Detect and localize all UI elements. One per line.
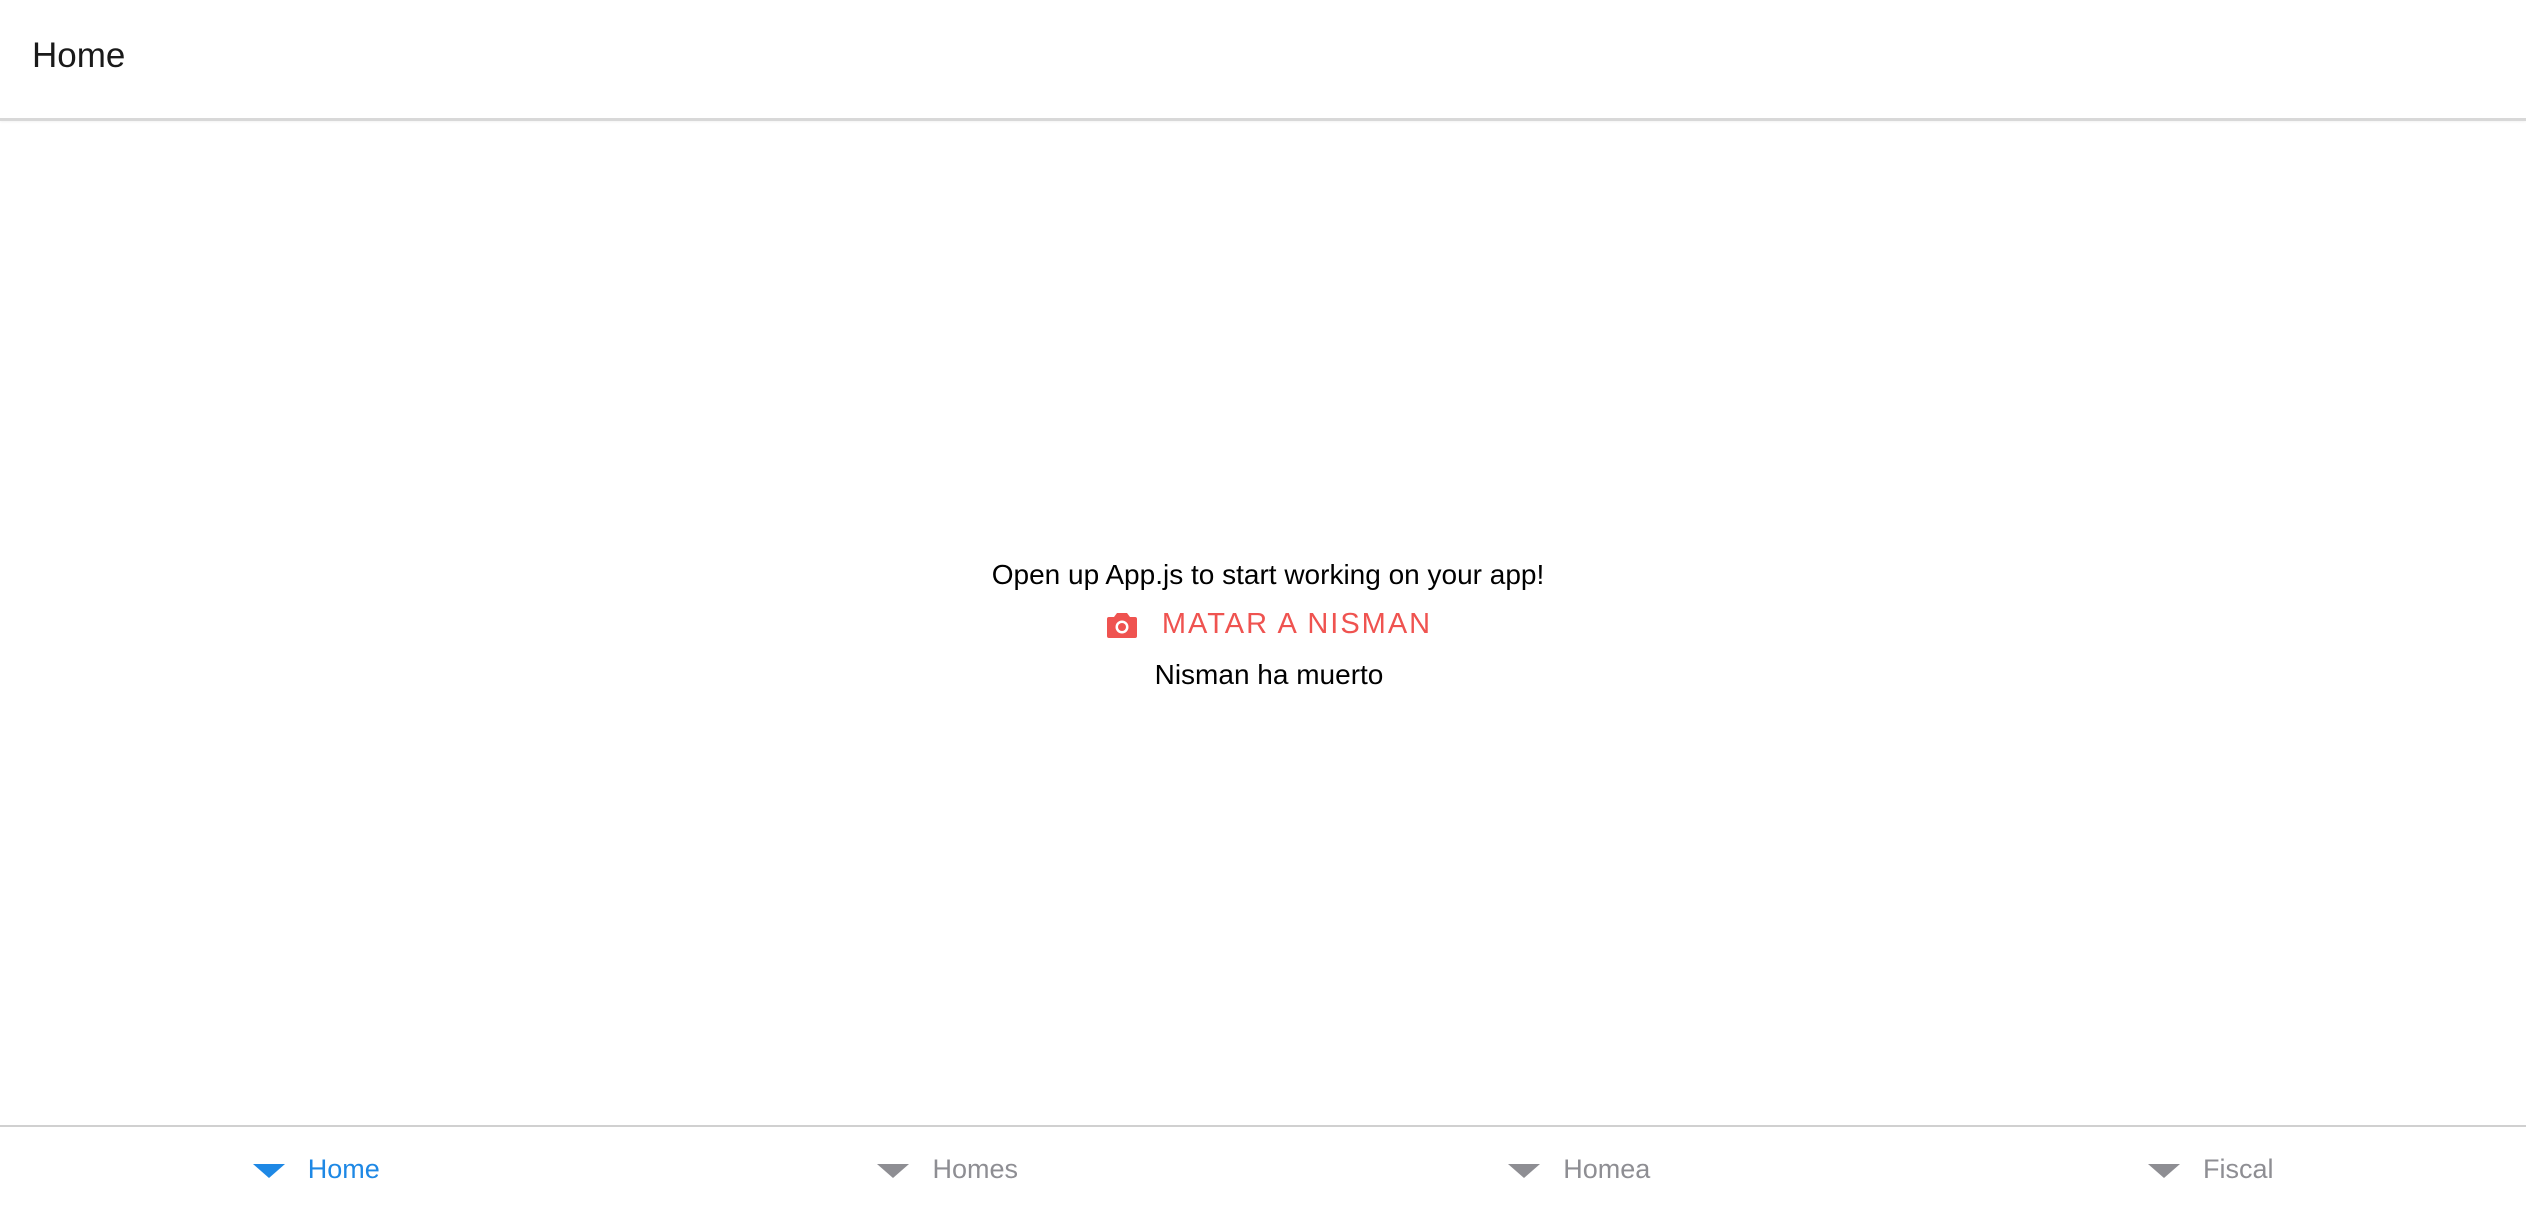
tab-label: Homea bbox=[1563, 1154, 1651, 1184]
kill-nisman-button[interactable]: MATAR A NISMAN bbox=[1106, 600, 1432, 650]
triangle-down-icon bbox=[252, 1160, 286, 1180]
tab-homes[interactable]: Homes bbox=[632, 1127, 1264, 1212]
main-content: Open up App.js to start working on your … bbox=[0, 124, 2526, 1125]
page-title: Home bbox=[32, 36, 126, 75]
status-text: Nisman ha muerto bbox=[1154, 658, 1384, 690]
triangle-down-icon bbox=[2147, 1160, 2181, 1180]
triangle-down-icon bbox=[876, 1160, 910, 1180]
kill-nisman-button-label: MATAR A NISMAN bbox=[1161, 608, 1433, 640]
tab-label: Homes bbox=[932, 1154, 1019, 1184]
tab-label: Fiscal bbox=[2202, 1154, 2274, 1184]
bottom-tab-bar: Home Homes Homea Fiscal bbox=[0, 1125, 2526, 1212]
tab-label: Home bbox=[307, 1154, 380, 1184]
tab-home[interactable]: Home bbox=[0, 1127, 632, 1212]
camera-icon bbox=[1106, 611, 1138, 639]
tab-homea[interactable]: Homea bbox=[1263, 1127, 1895, 1212]
app-header: Home bbox=[0, 0, 2526, 121]
tab-fiscal[interactable]: Fiscal bbox=[1895, 1127, 2526, 1212]
triangle-down-icon bbox=[1507, 1160, 1541, 1180]
app-root: Home Open up App.js to start working on … bbox=[0, 0, 2526, 1212]
intro-text: Open up App.js to start working on your … bbox=[991, 558, 1545, 590]
